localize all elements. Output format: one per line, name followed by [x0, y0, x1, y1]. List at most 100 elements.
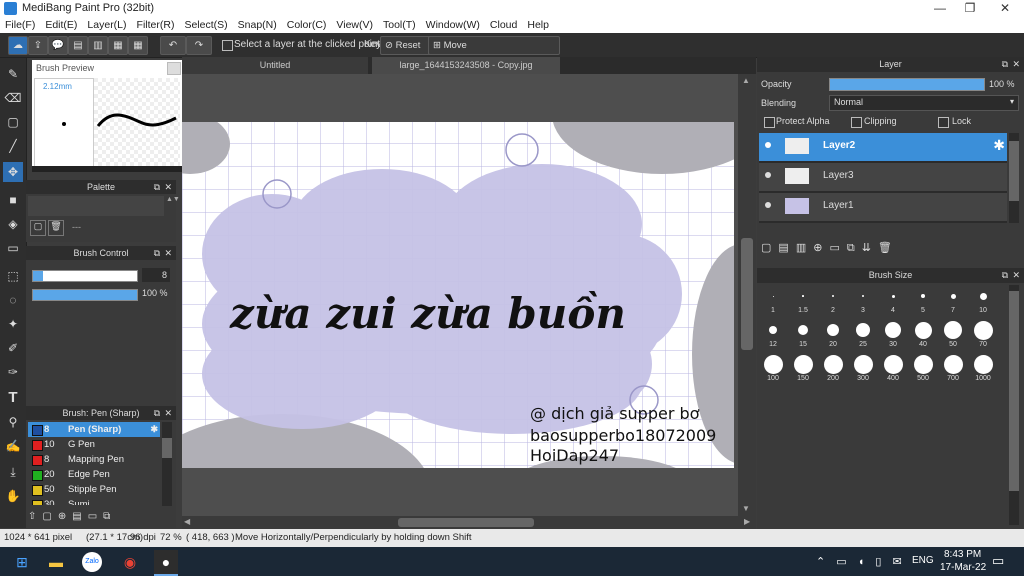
brush-size-option[interactable]: 3 — [848, 285, 878, 317]
clock-date[interactable]: 17-Mar-22 — [940, 562, 986, 573]
brush-size-option[interactable]: 4 — [878, 285, 908, 317]
clock-time[interactable]: 8:43 PM — [944, 549, 981, 560]
blur-tool-icon[interactable]: ✍ — [3, 436, 23, 456]
brush-size-option[interactable]: 20 — [818, 319, 848, 351]
brush-size-option[interactable]: 10 — [968, 285, 998, 317]
brush-size-option[interactable]: 40 — [908, 319, 938, 351]
opacity-slider[interactable] — [32, 289, 138, 301]
layer-list-scrollbar[interactable] — [1009, 133, 1019, 223]
scroll-right-icon[interactable]: ▶ — [744, 517, 750, 526]
panel-close-icon[interactable]: ✕ — [1012, 57, 1020, 72]
lasso-tool-icon[interactable]: ◌ — [3, 290, 23, 310]
eyedropper-icon[interactable]: ⤓ — [3, 462, 23, 482]
menu-edit[interactable]: Edit(E) — [40, 17, 82, 33]
brush-size-option[interactable]: 5 — [908, 285, 938, 317]
select-rect-icon[interactable]: ⬚ — [3, 266, 23, 286]
panel-close-icon[interactable]: ✕ — [1012, 268, 1020, 283]
gear-icon[interactable]: ✱ — [993, 137, 1005, 154]
brush-size-option[interactable]: 150 — [788, 353, 818, 385]
panel-popout-icon[interactable]: ⧉ — [154, 180, 160, 194]
comment-icon[interactable]: 💬 — [48, 36, 68, 55]
windows-start-icon[interactable]: ⊞ — [10, 550, 34, 574]
delete-layer-icon[interactable]: 🗑 — [878, 242, 899, 254]
tab-untitled[interactable]: Untitled — [182, 57, 368, 74]
add-brush-icon[interactable]: ⊕ — [58, 511, 72, 522]
move-tool-icon[interactable]: ✥ — [3, 162, 23, 182]
brush-list-scrollbar[interactable] — [162, 422, 172, 506]
brush-size-option[interactable]: 25 — [848, 319, 878, 351]
menu-tool[interactable]: Tool(T) — [378, 17, 421, 33]
undo-icon[interactable]: ↶ — [160, 36, 186, 55]
panel-popout-icon[interactable]: ⧉ — [154, 246, 160, 260]
brush-tool-icon[interactable]: ✎ — [3, 64, 23, 84]
grid-alt-icon[interactable]: ▦ — [128, 36, 148, 55]
move-hv-button[interactable]: ⊞ Move horizontally/vertically — [428, 36, 560, 68]
minimize-button[interactable]: — — [925, 0, 955, 17]
canvas-area[interactable]: zừa zui zừa buồn @ dịch giả supper bơ ba… — [182, 74, 738, 516]
folder-icon[interactable]: ▭ — [88, 511, 103, 522]
panel-popout-icon[interactable]: ⧉ — [154, 406, 160, 420]
language-indicator[interactable]: ENG — [912, 555, 934, 566]
cloud-add-icon[interactable]: ⇧ — [28, 511, 42, 522]
zalo-icon[interactable]: Zalo — [82, 552, 102, 572]
select-pen-icon[interactable]: ✐ — [3, 338, 23, 358]
add-layer-icon[interactable]: ⊕ — [813, 242, 829, 254]
select-eraser-icon[interactable]: ✑ — [3, 362, 23, 382]
brush-item-g-pen[interactable]: 10 G Pen — [28, 437, 160, 452]
brush-size-option[interactable]: 300 — [848, 353, 878, 385]
brush-item-stipple-pen[interactable]: 50 Stipple Pen — [28, 482, 160, 497]
brush-item-pen-sharp[interactable]: 8 Pen (Sharp) ✱ — [28, 422, 160, 437]
panel-close-icon[interactable]: ✕ — [164, 406, 172, 420]
panel-popout-icon[interactable]: ⧉ — [1002, 57, 1008, 72]
menu-layer[interactable]: Layer(L) — [82, 17, 131, 33]
brush-item-edge-pen[interactable]: 20 Edge Pen — [28, 467, 160, 482]
menu-cloud[interactable]: Cloud — [485, 17, 522, 33]
layer-row-layer2[interactable]: Layer2 ✱ — [759, 133, 1007, 161]
visibility-icon[interactable] — [765, 202, 771, 208]
new-palette-icon[interactable]: ▢ — [30, 220, 46, 236]
medibang-icon[interactable]: ● — [154, 550, 178, 576]
scroll-down-icon[interactable]: ▼ — [742, 504, 750, 513]
new-halftone-icon[interactable]: ▤ — [778, 242, 795, 254]
lock-checkbox[interactable] — [938, 117, 949, 128]
scroll-up-icon[interactable]: ▲ — [742, 76, 750, 85]
new-8bit-icon[interactable]: ▥ — [796, 242, 813, 254]
menu-window[interactable]: Window(W) — [421, 17, 485, 33]
chrome-icon[interactable]: ◉ — [118, 550, 142, 574]
share-icon[interactable]: ⇪ — [28, 36, 48, 55]
delete-palette-icon[interactable]: 🗑 — [48, 220, 64, 236]
menu-filter[interactable]: Filter(R) — [132, 17, 180, 33]
palette-scroll-icon[interactable]: ▲▼ — [166, 196, 180, 216]
new-layer-icon[interactable]: ▢ — [761, 242, 778, 254]
notification-icon[interactable]: ▭ — [992, 553, 1004, 569]
cloud-icon[interactable]: ☁ — [8, 36, 28, 55]
brush-size-scrollbar[interactable] — [1009, 285, 1019, 525]
canvas-vertical-scrollbar[interactable]: ▲ ▼ — [738, 74, 756, 516]
menu-snap[interactable]: Snap(N) — [233, 17, 282, 33]
blending-select[interactable]: Normal ▾ — [829, 95, 1019, 111]
visibility-icon[interactable] — [765, 142, 771, 148]
note-icon[interactable]: ▤ — [68, 36, 88, 55]
canvas-horizontal-scrollbar[interactable]: ◀ ▶ — [182, 516, 756, 529]
hscroll-thumb[interactable] — [398, 518, 534, 527]
file-explorer-icon[interactable]: ▬ — [44, 550, 68, 574]
eraser-tool-icon[interactable]: ⌫ — [3, 88, 23, 108]
reset-button[interactable]: ⊘ Reset — [380, 36, 432, 55]
tab-large-image[interactable]: large_1644153243508 - Copy.jpg — [372, 57, 560, 74]
gradient-tool-icon[interactable]: ▭ — [3, 238, 23, 258]
maximize-button[interactable]: ❐ — [955, 0, 985, 17]
menu-file[interactable]: File(F) — [0, 17, 40, 33]
fill-shape-icon[interactable]: ■ — [3, 190, 23, 210]
brush-size-option[interactable]: 1.5 — [788, 285, 818, 317]
scroll-left-icon[interactable]: ◀ — [184, 517, 190, 526]
brush-size-option[interactable]: 15 — [788, 319, 818, 351]
new-brush-icon[interactable]: ▢ — [42, 511, 57, 522]
layer-row-layer3[interactable]: Layer3 — [759, 163, 1007, 191]
bucket-tool-icon[interactable]: ◈ — [3, 214, 23, 234]
menu-select[interactable]: Select(S) — [179, 17, 232, 33]
brush-size-option[interactable]: 1 — [758, 285, 788, 317]
brush-size-option[interactable]: 200 — [818, 353, 848, 385]
copy-brush-icon[interactable]: ▤ — [72, 511, 87, 522]
redo-icon[interactable]: ↷ — [186, 36, 212, 55]
layer-opacity-slider[interactable] — [829, 78, 985, 91]
